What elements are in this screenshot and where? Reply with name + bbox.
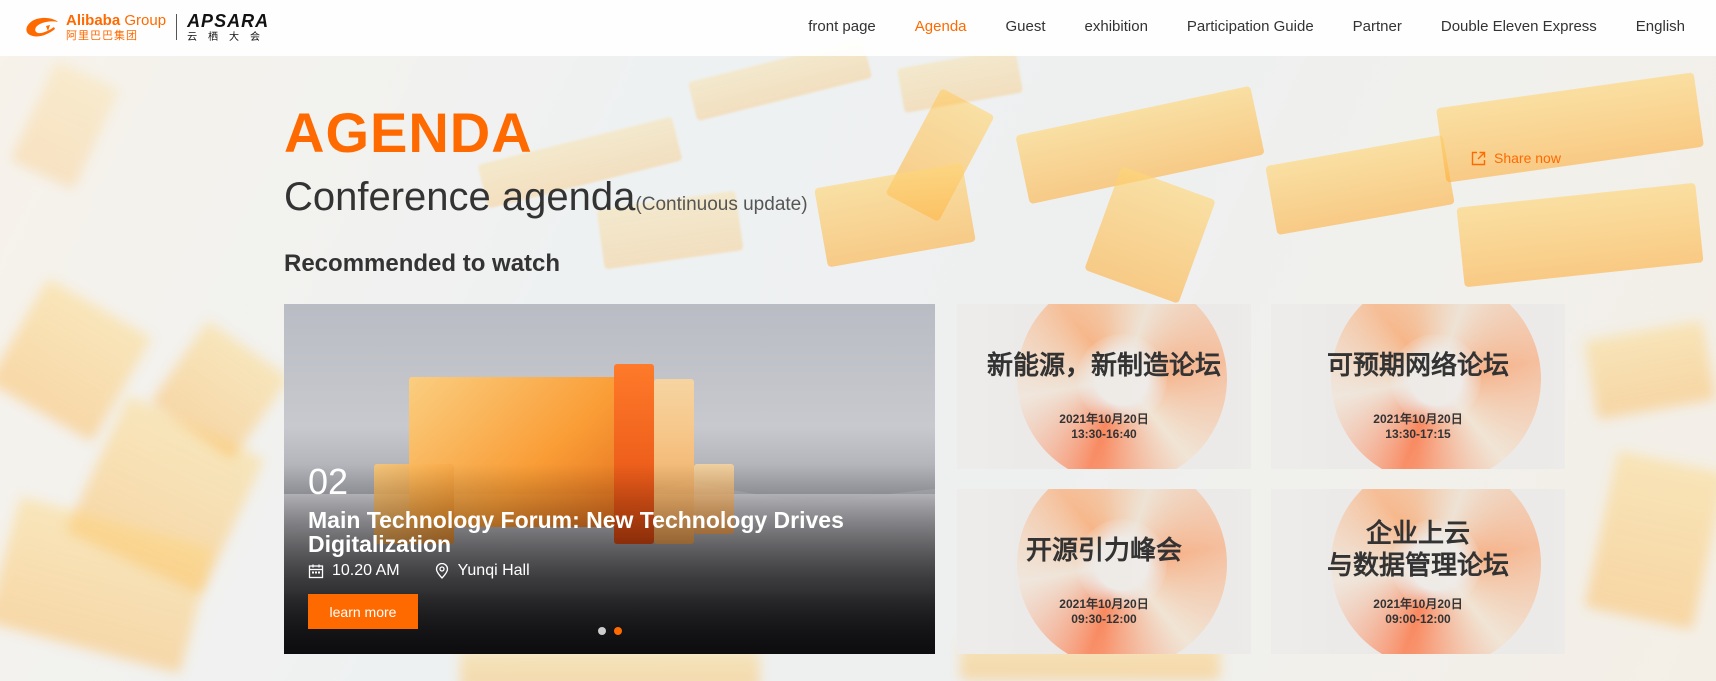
nav-item-participation-guide[interactable]: Participation Guide	[1187, 18, 1314, 35]
alibaba-group: Group	[124, 11, 167, 29]
forum-date: 2021年10月20日	[1373, 597, 1463, 611]
alibaba-cn-name: 阿里巴巴集团	[66, 29, 138, 42]
nav-item-agenda[interactable]: Agenda	[915, 18, 967, 35]
logo-divider	[176, 14, 178, 40]
forum-time: 13:30-16:40	[1071, 427, 1137, 441]
featured-title: Main Technology Forum: New Technology Dr…	[308, 507, 844, 557]
forum-date: 2021年10月20日	[1373, 412, 1463, 426]
featured-meta: 10.20 AM Yunqi Hall	[308, 562, 530, 580]
background-shard	[1583, 320, 1716, 420]
tile-veil	[957, 304, 1251, 469]
apsara-name: APSARA	[187, 10, 270, 31]
background-shard	[814, 162, 976, 268]
background-shard	[1584, 450, 1716, 630]
forum-title: 新能源，新制造论坛	[986, 350, 1221, 380]
page-title: AGENDA	[284, 101, 533, 164]
site-header: Alibaba Group 阿里巴巴集团 APSARA 云栖大会 front p…	[0, 0, 1716, 56]
nav-item-guest[interactable]: Guest	[1006, 18, 1046, 35]
alibaba-wordmark: Alibaba Group 阿里巴巴集团	[66, 13, 166, 42]
alibaba-name: Alibaba	[66, 11, 121, 29]
background-shard	[1436, 72, 1704, 183]
forum-time: 09:30-12:00	[1071, 612, 1137, 626]
forum-time: 13:30-17:15	[1385, 427, 1451, 441]
calendar-icon	[308, 563, 324, 579]
nav-item-language[interactable]: English	[1636, 18, 1685, 35]
nav-item-partner[interactable]: Partner	[1353, 18, 1402, 35]
background-shard	[10, 60, 120, 190]
nav-item-front-page[interactable]: front page	[808, 18, 876, 35]
page-subtitle: Conference agenda(Continuous update)	[284, 177, 808, 217]
forum-title: 开源引力峰会	[1025, 535, 1182, 565]
tile-veil	[957, 489, 1251, 654]
featured-time: 10.20 AM	[332, 562, 400, 579]
subtitle-note: (Continuous update)	[635, 194, 808, 215]
background-shard	[1456, 182, 1704, 288]
forum-title: 可预期网络论坛	[1326, 350, 1509, 380]
forum-card-enterprise-cloud[interactable]: 企业上云 与数据管理论坛 2021年10月20日 09:00-12:00	[1271, 489, 1565, 654]
forum-time: 09:00-12:00	[1385, 612, 1451, 626]
share-label: Share now	[1494, 150, 1561, 166]
forum-card-open-source[interactable]: 开源引力峰会 2021年10月20日 09:30-12:00	[957, 489, 1251, 654]
background-shard	[897, 47, 1023, 114]
carousel-dot-2[interactable]	[614, 627, 622, 635]
main-nav: front page Agenda Guest exhibition Parti…	[808, 0, 1716, 52]
background-shard	[1265, 134, 1455, 236]
carousel-dot-1[interactable]	[598, 627, 606, 635]
nav-item-double-eleven-express[interactable]: Double Eleven Express	[1441, 18, 1597, 35]
forum-title-line2: 与数据管理论坛	[1326, 550, 1509, 580]
featured-location: Yunqi Hall	[457, 562, 530, 579]
learn-more-button[interactable]: learn more	[308, 594, 418, 629]
section-title: Recommended to watch	[284, 250, 561, 277]
apsara-wordmark: APSARA 云栖大会	[187, 12, 271, 43]
subtitle-text: Conference agenda	[284, 175, 636, 219]
forum-card-predictable-network[interactable]: 可预期网络论坛 2021年10月20日 13:30-17:15	[1271, 304, 1565, 469]
forum-card-new-energy[interactable]: 新能源，新制造论坛 2021年10月20日 13:30-16:40	[957, 304, 1251, 469]
featured-number: 02	[308, 461, 349, 502]
carousel-dots	[598, 627, 630, 635]
apsara-cn-name: 云栖大会	[187, 31, 272, 43]
nav-item-exhibition[interactable]: exhibition	[1085, 18, 1148, 35]
share-button[interactable]: Share now	[1471, 150, 1561, 166]
forum-date: 2021年10月20日	[1059, 412, 1149, 426]
tile-veil	[1271, 304, 1565, 469]
share-icon	[1471, 151, 1486, 166]
location-pin-icon	[434, 562, 450, 579]
forum-date: 2021年10月20日	[1059, 597, 1149, 611]
featured-session-card[interactable]: 02 Main Technology Forum: New Technology…	[284, 304, 935, 654]
site-logo[interactable]: Alibaba Group 阿里巴巴集团 APSARA 云栖大会	[24, 11, 271, 43]
alibaba-logo-icon	[24, 13, 62, 41]
background-shard	[460, 650, 760, 681]
forum-title: 企业上云	[1365, 518, 1470, 548]
